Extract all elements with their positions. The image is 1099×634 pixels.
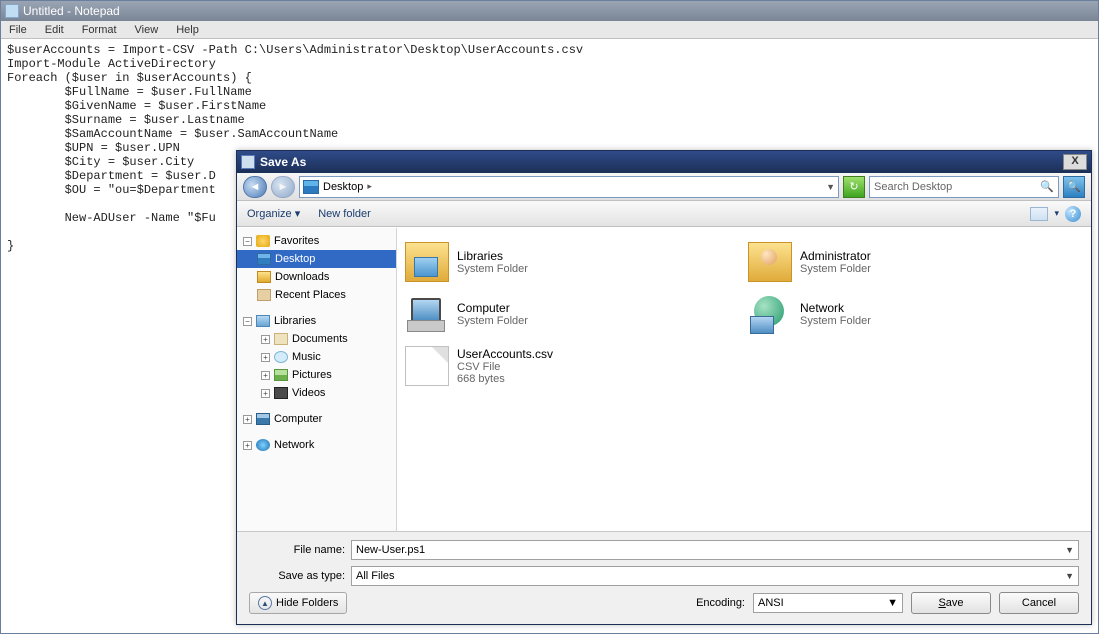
file-network[interactable]: Network System Folder: [744, 288, 1087, 340]
menu-file[interactable]: File: [5, 23, 31, 37]
tree-network[interactable]: + Network: [237, 436, 396, 454]
nav-tree: − Favorites Desktop Downloads Recent Pla…: [237, 228, 397, 531]
address-bar[interactable]: Desktop ▸ ▼: [299, 176, 839, 198]
search-go-button[interactable]: 🔍: [1063, 176, 1085, 198]
file-name-input[interactable]: New-User.ps1 ▼: [351, 540, 1079, 560]
tree-music[interactable]: + Music: [237, 348, 396, 366]
computer-icon: [256, 413, 270, 425]
nav-bar: ◄ ► Desktop ▸ ▼ ↻ Search Desktop 🔍 🔍: [237, 173, 1091, 201]
menu-view[interactable]: View: [131, 23, 163, 37]
save-type-label: Save as type:: [249, 570, 345, 582]
encoding-label: Encoding:: [696, 597, 745, 609]
star-icon: [256, 235, 270, 247]
tree-favorites[interactable]: − Favorites: [237, 232, 396, 250]
pictures-icon: [274, 369, 288, 381]
tree-pictures[interactable]: + Pictures: [237, 366, 396, 384]
search-icon: 🔍: [1040, 180, 1054, 193]
desktop-small-icon: [257, 253, 271, 265]
libraries-icon: [256, 315, 270, 327]
tree-computer[interactable]: + Computer: [237, 410, 396, 428]
address-text: Desktop: [323, 181, 363, 193]
menu-format[interactable]: Format: [78, 23, 121, 37]
downloads-icon: [257, 271, 271, 283]
save-as-dialog: Save As X ◄ ► Desktop ▸ ▼ ↻ Search Deskt…: [236, 150, 1092, 625]
tree-downloads[interactable]: Downloads: [237, 268, 396, 286]
documents-icon: [274, 333, 288, 345]
file-useraccounts-csv[interactable]: UserAccounts.csv CSV File 668 bytes: [401, 340, 744, 392]
save-as-title: Save As: [260, 155, 306, 169]
search-placeholder: Search Desktop: [874, 181, 952, 193]
computer-big-icon: [405, 294, 449, 334]
save-as-icon: [241, 155, 255, 169]
recent-icon: [257, 289, 271, 301]
music-icon: [274, 351, 288, 363]
notepad-menubar: File Edit Format View Help: [1, 21, 1098, 39]
libraries-folder-icon: [405, 242, 449, 282]
file-libraries[interactable]: Libraries System Folder: [401, 236, 744, 288]
admin-folder-icon: [748, 242, 792, 282]
tree-desktop[interactable]: Desktop: [237, 250, 396, 268]
notepad-titlebar[interactable]: Untitled - Notepad: [1, 1, 1098, 21]
back-button[interactable]: ◄: [243, 176, 267, 198]
tree-libraries[interactable]: − Libraries: [237, 312, 396, 330]
file-name-label: File name:: [249, 544, 345, 556]
videos-icon: [274, 387, 288, 399]
address-dropdown-icon[interactable]: ▼: [826, 182, 835, 192]
network-big-icon: [748, 294, 792, 334]
cancel-button[interactable]: Cancel: [999, 592, 1079, 614]
chevron-up-icon: ▲: [258, 596, 272, 610]
toolbar: Organize ▾ New folder ▾ ?: [237, 201, 1091, 227]
menu-edit[interactable]: Edit: [41, 23, 68, 37]
refresh-button[interactable]: ↻: [843, 176, 865, 198]
bottom-panel: File name: New-User.ps1 ▼ Save as type: …: [237, 531, 1091, 624]
encoding-dropdown-icon[interactable]: ▼: [887, 597, 898, 609]
close-button[interactable]: X: [1063, 154, 1087, 170]
desktop-icon: [303, 180, 319, 194]
notepad-title: Untitled - Notepad: [23, 4, 120, 18]
main-area: − Favorites Desktop Downloads Recent Pla…: [237, 227, 1091, 531]
notepad-icon: [5, 4, 19, 18]
save-as-titlebar[interactable]: Save As X: [237, 151, 1091, 173]
save-type-select[interactable]: All Files ▼: [351, 566, 1079, 586]
organize-menu[interactable]: Organize ▾: [247, 207, 300, 220]
help-icon[interactable]: ?: [1065, 206, 1081, 222]
forward-button[interactable]: ►: [271, 176, 295, 198]
csv-file-icon: [405, 346, 449, 386]
tree-videos[interactable]: + Videos: [237, 384, 396, 402]
save-button[interactable]: Save: [911, 592, 991, 614]
file-computer[interactable]: Computer System Folder: [401, 288, 744, 340]
file-administrator[interactable]: Administrator System Folder: [744, 236, 1087, 288]
tree-recent[interactable]: Recent Places: [237, 286, 396, 304]
encoding-select[interactable]: ANSI ▼: [753, 593, 903, 613]
tree-documents[interactable]: + Documents: [237, 330, 396, 348]
search-input[interactable]: Search Desktop 🔍: [869, 176, 1059, 198]
file-name-dropdown-icon[interactable]: ▼: [1065, 545, 1074, 555]
hide-folders-button[interactable]: ▲ Hide Folders: [249, 592, 347, 614]
view-dropdown-icon[interactable]: ▾: [1054, 208, 1059, 219]
menu-help[interactable]: Help: [172, 23, 203, 37]
view-options-icon[interactable]: [1030, 207, 1048, 221]
file-list: Libraries System Folder Administrator Sy…: [397, 228, 1091, 531]
new-folder-button[interactable]: New folder: [318, 208, 371, 220]
network-icon: [256, 439, 270, 451]
save-type-dropdown-icon[interactable]: ▼: [1065, 571, 1074, 581]
